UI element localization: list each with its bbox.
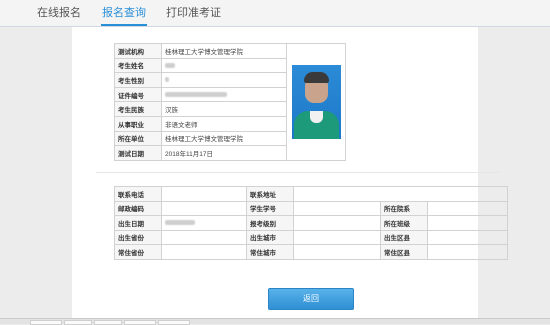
table-row: 邮政编码 学生学号 所在院系 [114,200,508,216]
student-number-value [293,200,381,216]
taskbar [0,318,550,325]
residence-district-label: 常住区县 [380,244,428,260]
section-divider [96,172,500,173]
class-label: 所在班级 [380,215,428,231]
birth-province-value [161,229,247,245]
row-value: 非语文老师 [161,115,287,132]
tab-online-registration[interactable]: 在线报名 [37,0,81,24]
photo-collar [309,110,323,123]
redacted-text [165,62,175,68]
row-label: 从事职业 [114,115,162,132]
class-value [427,215,508,231]
back-button[interactable]: 返回 [268,288,354,310]
residence-district-value [427,244,508,260]
candidate-photo [291,64,341,139]
row-label: 测试日期 [114,145,162,161]
student-number-label: 学生学号 [246,200,294,216]
row-value: 桂林理工大学博文管理学院 [161,43,287,59]
redacted-text [165,220,195,226]
row-label: 考生性别 [114,72,162,88]
birth-province-label: 出生省份 [114,229,162,245]
row-label: 考生姓名 [114,57,162,74]
table-row: 出生日期 报考级别 所在班级 [114,215,508,231]
exam-level-label: 报考级别 [246,215,294,231]
tab-print-admission-ticket[interactable]: 打印准考证 [166,0,221,24]
department-label: 所在院系 [380,200,428,216]
department-value [427,200,508,216]
contact-address-value [293,186,508,202]
redacted-text [165,91,227,97]
birth-city-label: 出生城市 [246,229,294,245]
candidate-info-table: 测试机构 桂林理工大学博文管理学院 考生姓名 考生性别 证件编号 考生民族 汉族… [114,43,346,161]
birth-date-value-redacted [161,215,247,231]
row-value-redacted [161,86,287,103]
residence-province-label: 常住省份 [114,244,162,260]
table-row: 常住省份 常住城市 常住区县 [114,244,508,260]
row-label: 所在单位 [114,130,162,147]
residence-city-label: 常住城市 [246,244,294,260]
row-value: 汉族 [161,101,287,117]
row-value: 桂林理工大学博文管理学院 [161,130,287,147]
redacted-text [165,77,169,83]
table-row: 出生省份 出生城市 出生区县 [114,229,508,245]
row-label: 考生民族 [114,101,162,117]
additional-info-table: 联系电话 联系地址 邮政编码 学生学号 所在院系 出生日期 报考级别 所在班级 … [114,186,508,260]
row-label: 测试机构 [114,43,162,59]
row-value-redacted [161,72,287,88]
row-value-redacted [161,57,287,74]
birth-district-value [427,229,508,245]
contact-phone-value [161,186,247,202]
tab-bar: 在线报名 报名查询 打印准考证 [0,0,550,27]
birth-district-label: 出生区县 [380,229,428,245]
row-label: 证件编号 [114,86,162,103]
photo-cell [286,43,346,161]
birth-date-label: 出生日期 [114,215,162,231]
contact-address-label: 联系地址 [246,186,294,202]
table-row: 测试机构 桂林理工大学博文管理学院 [114,43,346,161]
tab-registration-query[interactable]: 报名查询 [101,0,147,26]
photo-hair [303,71,329,83]
residence-province-value [161,244,247,260]
row-value: 2018年11月17日 [161,145,287,161]
table-row: 联系电话 联系地址 [114,186,508,202]
residence-city-value [293,244,381,260]
postal-code-value [161,200,247,216]
exam-level-value [293,215,381,231]
postal-code-label: 邮政编码 [114,200,162,216]
birth-city-value [293,229,381,245]
contact-phone-label: 联系电话 [114,186,162,202]
